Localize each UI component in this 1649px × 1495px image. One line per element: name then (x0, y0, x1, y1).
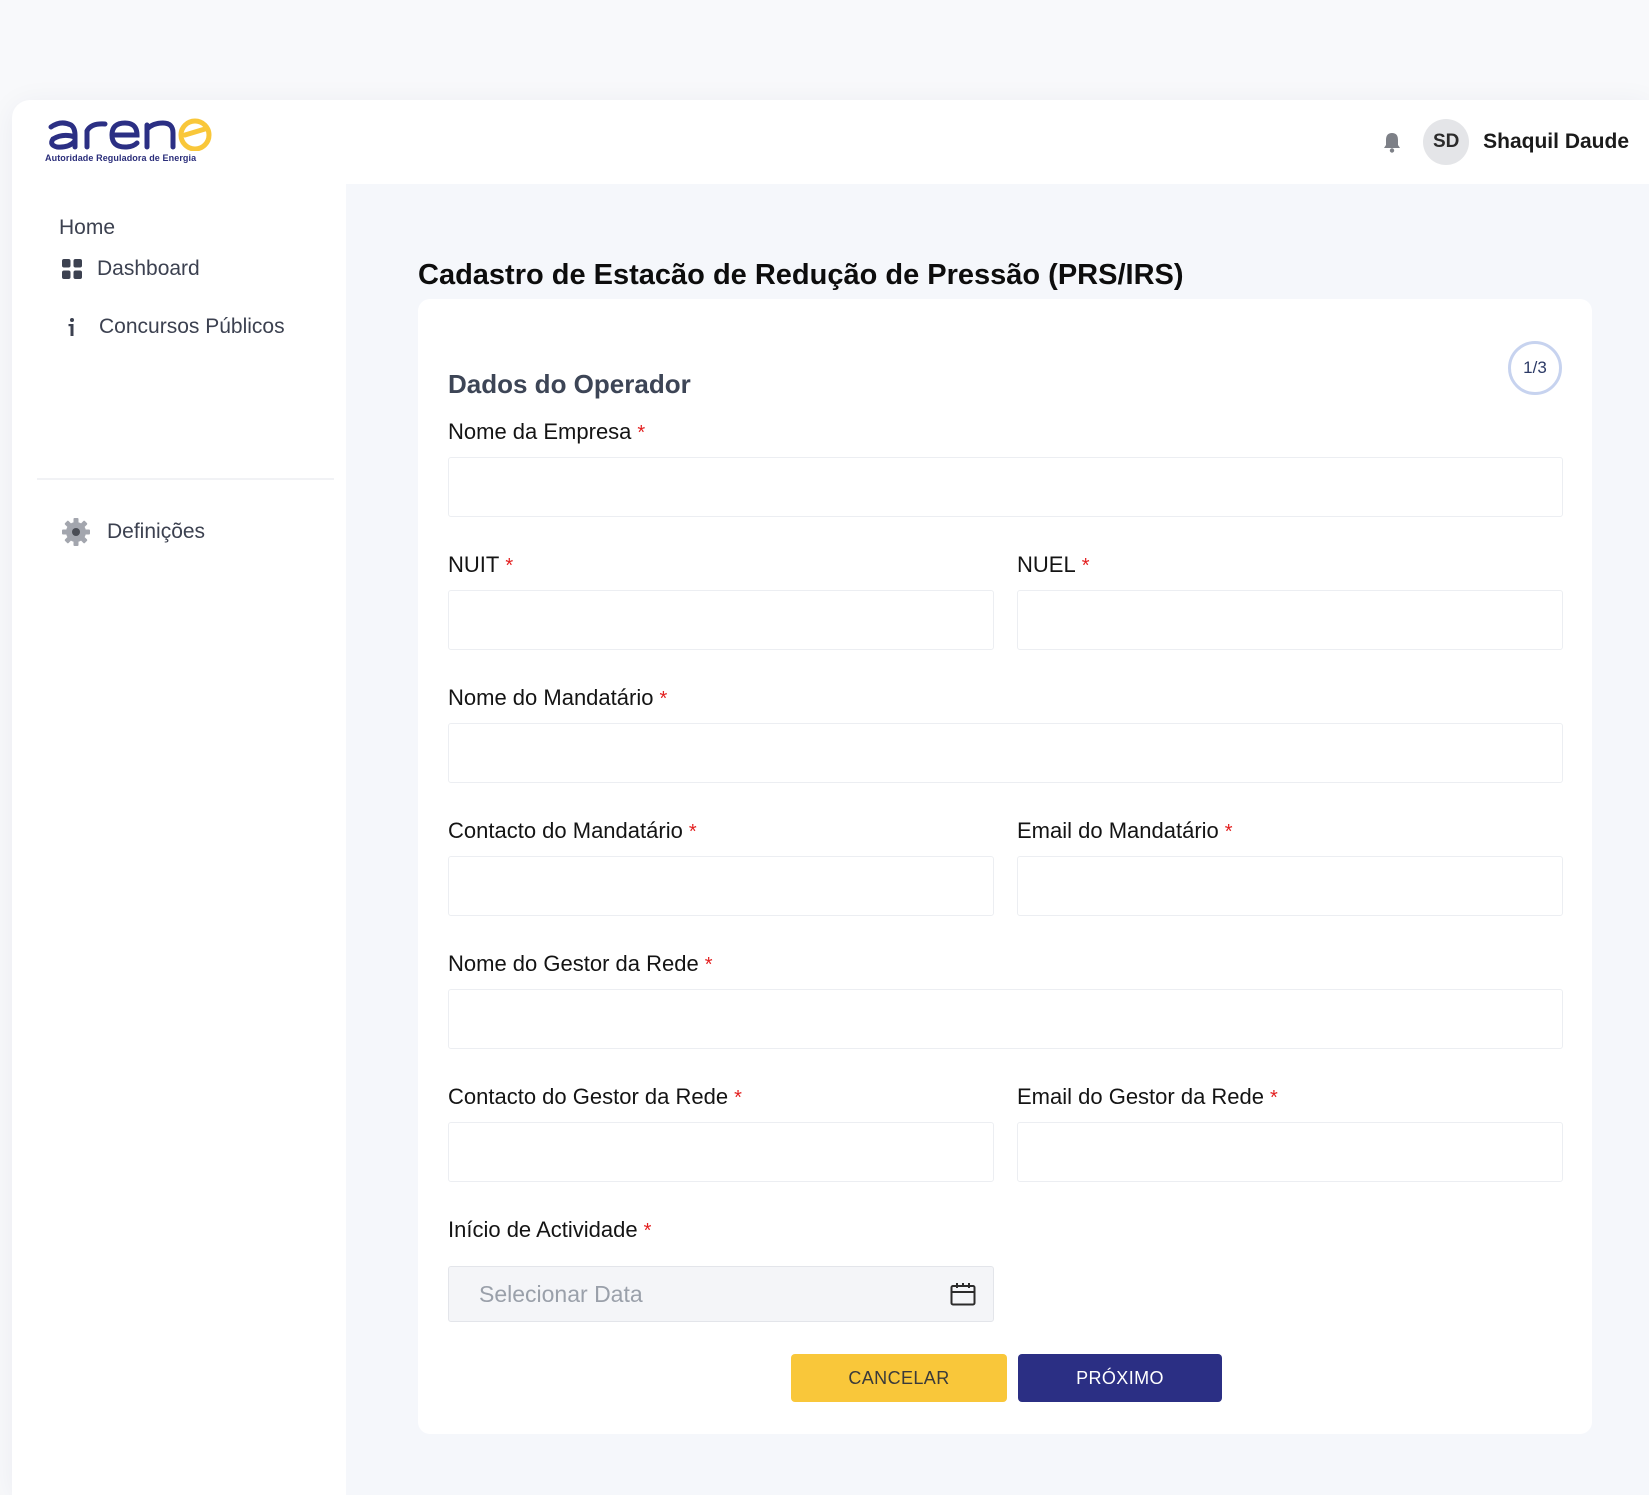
email-mandatario-input[interactable] (1017, 856, 1563, 916)
app-window: Autoridade Reguladora de Energia SD Shaq… (12, 100, 1649, 1495)
next-button[interactable]: PRÓXIMO (1018, 1354, 1222, 1402)
label-nome-mandatario: Nome do Mandatário * (448, 685, 667, 711)
email-gestor-input[interactable] (1017, 1122, 1563, 1182)
required-marker: * (659, 688, 668, 710)
required-marker: * (505, 555, 514, 577)
label-contacto-mandatario: Contacto do Mandatário * (448, 818, 697, 844)
contacto-mandatario-input[interactable] (448, 856, 994, 916)
label-text: NUIT (448, 552, 500, 577)
label-inicio-actividade: Início de Actividade * (448, 1217, 651, 1243)
logo-subtitle: Autoridade Reguladora de Energia (45, 153, 197, 163)
form-card: 1/3 Dados do Operador Nome da Empresa * N… (418, 299, 1592, 1434)
label-text: Contacto do Mandatário (448, 818, 683, 843)
label-nuit: NUIT * (448, 552, 513, 578)
required-marker: * (1081, 555, 1090, 577)
page-title: Cadastro de Estacão de Redução de Pressã… (418, 259, 1184, 291)
label-email-gestor: Email do Gestor da Rede * (1017, 1084, 1278, 1110)
main-content: Cadastro de Estacão de Redução de Pressã… (346, 184, 1649, 1495)
label-text: Email do Gestor da Rede (1017, 1084, 1265, 1109)
logo-wordmark (48, 118, 212, 151)
sidebar-section-home: Home (59, 216, 116, 239)
label-contacto-gestor: Contacto do Gestor da Rede * (448, 1084, 742, 1110)
sidebar-item-label: Dashboard (97, 257, 200, 280)
grid-icon (59, 256, 85, 282)
arene-logo[interactable]: Autoridade Reguladora de Energia (45, 115, 235, 167)
sidebar-item-label: Concursos Públicos (99, 315, 285, 338)
calendar-icon[interactable] (949, 1281, 977, 1307)
label-nome-gestor: Nome do Gestor da Rede * (448, 951, 713, 977)
info-icon (59, 314, 85, 340)
required-marker: * (734, 1087, 742, 1109)
sidebar-item-label: Definições (107, 520, 206, 543)
required-marker: * (688, 821, 697, 843)
date-picker-input[interactable]: Selecionar Data (448, 1266, 994, 1322)
label-email-mandatario: Email do Mandatário * (1017, 818, 1233, 844)
required-marker: * (704, 954, 713, 976)
label-text: Email do Mandatário (1017, 818, 1219, 843)
nuel-input[interactable] (1017, 590, 1563, 650)
required-marker: * (637, 422, 646, 444)
section-title: Dados do Operador (448, 369, 691, 399)
label-nuel: NUEL * (1017, 552, 1089, 578)
nome-mandatario-input[interactable] (448, 723, 1563, 783)
date-placeholder: Selecionar Data (479, 1280, 643, 1307)
gear-icon (61, 517, 91, 547)
nuit-input[interactable] (448, 590, 994, 650)
sidebar-item-concursos[interactable]: Concursos Públicos (59, 314, 285, 340)
required-marker: * (1270, 1087, 1278, 1109)
label-text: Nome da Empresa (448, 419, 632, 444)
bell-icon[interactable] (1381, 131, 1403, 153)
required-marker: * (1224, 821, 1233, 843)
step-indicator: 1/3 (1508, 341, 1562, 395)
sidebar-item-definicoes[interactable]: Definições (61, 517, 205, 547)
label-text: NUEL (1017, 552, 1076, 577)
contacto-gestor-input[interactable] (448, 1122, 994, 1182)
label-text: Nome do Gestor da Rede (448, 951, 699, 976)
nome-empresa-input[interactable] (448, 457, 1563, 517)
avatar[interactable]: SD (1423, 119, 1470, 165)
label-text: Contacto do Gestor da Rede (448, 1084, 729, 1109)
label-text: Início de Actividade (448, 1217, 638, 1242)
required-marker: * (643, 1220, 652, 1242)
sidebar: Home Dashboard Concursos Públicos Defini… (12, 184, 346, 1495)
user-name[interactable]: Shaquil Daude (1483, 130, 1629, 154)
user-area: SD Shaquil Daude (1381, 118, 1629, 166)
sidebar-item-dashboard[interactable]: Dashboard (59, 256, 200, 282)
label-nome-empresa: Nome da Empresa * (448, 419, 645, 445)
nome-gestor-input[interactable] (448, 989, 1563, 1049)
cancel-button[interactable]: CANCELAR (791, 1354, 1007, 1402)
sidebar-divider (37, 478, 334, 480)
label-text: Nome do Mandatário (448, 685, 654, 710)
